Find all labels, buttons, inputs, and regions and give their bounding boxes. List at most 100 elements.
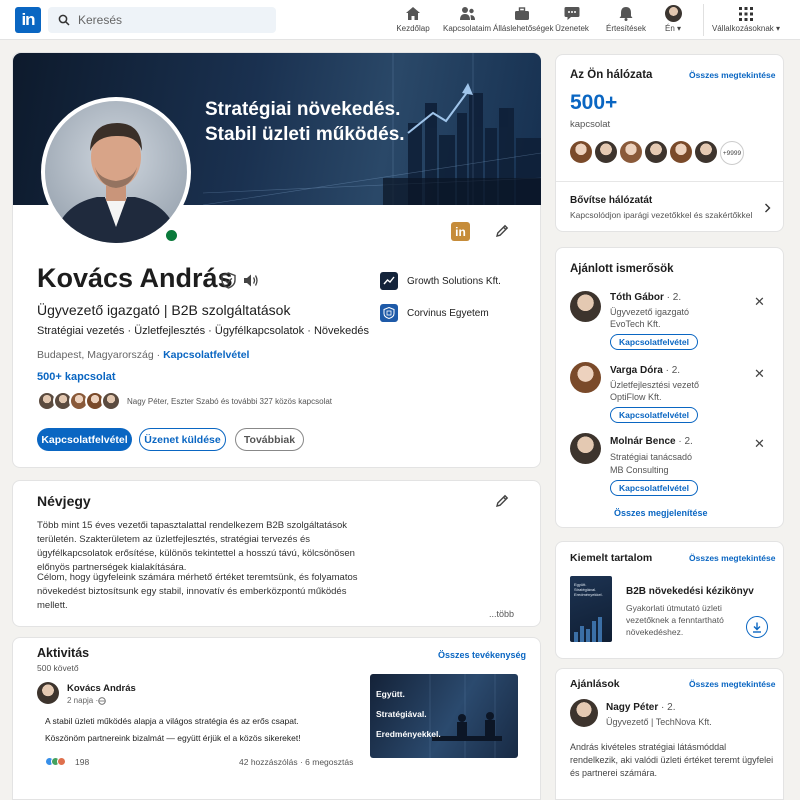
suggestion-name-text: Varga Dóra (610, 365, 663, 376)
mutual-connections[interactable]: Nagy Péter, Eszter Szabó és további 327 … (37, 391, 332, 411)
book-cover[interactable]: Együtt. Stratégiával. Eredményekkel. (570, 576, 612, 642)
suggestion-name[interactable]: Tóth Gábor · 2. (610, 292, 681, 303)
suggestion-name-text: Tóth Gábor (610, 292, 664, 303)
suggestion-avatar[interactable] (570, 291, 601, 322)
post-image-line: Együtt. (376, 689, 405, 699)
suggestion-role: Üzletfejlesztési vezető (610, 380, 700, 390)
edit-about-icon[interactable] (495, 494, 509, 508)
connections-link[interactable]: 500+ kapcsolat (37, 371, 116, 383)
search-input[interactable]: Keresés (48, 7, 276, 33)
nav-business[interactable]: Vállalkozásoknak ▾ (710, 5, 782, 33)
suggestion-avatar[interactable] (570, 433, 601, 464)
post-text-2: Köszönöm partnereink bizalmát — együtt é… (45, 733, 301, 743)
nav-network[interactable]: Kapcsolataim (438, 5, 496, 33)
all-activity-link[interactable]: Összes tevékenység (438, 650, 526, 660)
expand-network-link[interactable]: Bővítse hálózatát Kapcsolódjon iparági v… (556, 182, 784, 232)
book-title[interactable]: B2B növekedési kézikönyv (626, 586, 754, 597)
nav-divider (703, 4, 704, 36)
verified-shield-icon[interactable] (221, 272, 236, 289)
post-image-line: Eredményekkel. (376, 729, 441, 739)
network-title: Az Ön hálózata (570, 69, 653, 81)
recommender-avatar[interactable] (570, 699, 598, 727)
dismiss-close-icon[interactable]: ✕ (754, 294, 765, 310)
about-card: Névjegy Több mint 15 éves vezetői tapasz… (12, 480, 541, 627)
recommender-role: Ügyvezető | TechNova Kft. (606, 717, 712, 727)
post-author-name[interactable]: Kovács András (67, 683, 136, 694)
edit-profile-icon[interactable] (495, 224, 509, 238)
featured-view-all-link[interactable]: Összes megtekintése (689, 553, 775, 563)
banner-line-1: Stratégiai növekedés. (205, 99, 401, 120)
profile-skills: Stratégiai vezetés · Üzletfejlesztés · Ü… (37, 325, 369, 337)
suggestion-connect-button[interactable]: Kapcsolatfelvétel (610, 480, 698, 496)
suggestion-degree: · 2. (662, 365, 681, 376)
chevron-right-icon (765, 203, 771, 213)
recommender-degree: · 2. (658, 702, 676, 713)
education[interactable]: Corvinus Egyetem (380, 304, 489, 322)
network-avatars[interactable]: +9999 (570, 141, 744, 165)
banner-line-2: Stabil üzleti működés. (205, 124, 405, 145)
linkedin-logo[interactable]: in (15, 7, 41, 33)
suggestions-title: Ajánlott ismerősök (570, 263, 674, 275)
current-company[interactable]: Growth Solutions Kft. (380, 272, 501, 290)
recommendation-quote: András kivételes stratégiai látásmóddal … (570, 742, 774, 778)
company-logo-icon (380, 272, 398, 290)
dismiss-close-icon[interactable]: ✕ (754, 366, 765, 382)
network-avatar (620, 141, 642, 163)
network-avatar (695, 141, 717, 163)
suggestion-connect-button[interactable]: Kapcsolatfelvétel (610, 407, 698, 423)
about-see-more[interactable]: ...több (489, 609, 514, 619)
search-icon (58, 14, 70, 26)
mutual-connections-text: Nagy Péter, Eszter Szabó és további 327 … (127, 396, 333, 406)
download-button[interactable] (746, 616, 768, 638)
suggestion-avatar[interactable] (570, 362, 601, 393)
recommender-name[interactable]: Nagy Péter · 2. (606, 702, 675, 713)
post-text-1: A stabil üzleti működés alapja a világos… (45, 716, 299, 726)
network-icon (459, 7, 475, 20)
recommendations-view-all-link[interactable]: Összes megtekintése (689, 679, 775, 689)
nav-me[interactable]: Én ▾ (644, 5, 702, 33)
profile-photo[interactable] (41, 97, 191, 247)
profile-photo-image (53, 123, 179, 243)
suggestion-name[interactable]: Molnár Bence · 2. (610, 436, 693, 447)
expand-network-subtitle: Kapcsolódjon iparági vezetőkkel és szaké… (570, 210, 753, 220)
recommendations-title: Ajánlások (570, 678, 620, 690)
nav-home[interactable]: Kezdőlap (384, 5, 442, 33)
activity-followers: 500 követő (37, 663, 79, 673)
dismiss-close-icon[interactable]: ✕ (754, 436, 765, 452)
suggestion-name[interactable]: Varga Dóra · 2. (610, 365, 680, 376)
message-icon (564, 7, 580, 20)
online-status-dot (163, 227, 180, 244)
post-image[interactable]: Együtt. Stratégiával. Eredményekkel. (370, 674, 518, 758)
globe-icon (98, 696, 106, 705)
send-message-button[interactable]: Üzenet küldése (139, 428, 226, 451)
network-view-all-link[interactable]: Összes megtekintése (689, 70, 775, 80)
nav-messages[interactable]: Üzenetek (543, 5, 601, 33)
suggestion-connect-button[interactable]: Kapcsolatfelvétel (610, 334, 698, 350)
more-button[interactable]: Továbbiak (235, 428, 304, 451)
post-image-caption: Együtt. Stratégiával. Eredményekkel. (376, 684, 441, 744)
suggestion-company: MB Consulting (610, 465, 669, 475)
contact-info-link[interactable]: Kapcsolatfelvétel (163, 349, 249, 361)
reaction-count[interactable]: 198 (75, 757, 89, 767)
comment-count: 42 hozzászólás (239, 757, 298, 767)
suggestion-degree: · 2. (663, 292, 682, 303)
post-author-avatar[interactable] (37, 682, 59, 704)
book-description: Gyakorlati útmutató üzleti vezetőknek a … (626, 603, 724, 637)
avatar (664, 5, 682, 22)
profile-name: Kovács András (37, 263, 233, 293)
about-paragraph-2: Célom, hogy ügyfeleink számára mérhető é… (37, 572, 358, 611)
network-avatar (595, 141, 617, 163)
company-name: Growth Solutions Kft. (407, 275, 501, 287)
suggestions-view-all-link[interactable]: Összes megjelenítése (614, 508, 708, 518)
bell-icon (619, 7, 633, 21)
home-icon (406, 7, 420, 20)
post-engagement[interactable]: 42 hozzászólás · 6 megosztás (239, 757, 353, 767)
profile-headline: Ügyvezető igazgató | B2B szolgáltatások (37, 302, 291, 318)
post-meta: 2 napja · (67, 696, 106, 705)
suggestion-role: Ügyvezető igazgató (610, 307, 690, 317)
connect-button[interactable]: Kapcsolatfelvétel (37, 428, 132, 451)
name-pronunciation-icon[interactable] (243, 273, 259, 288)
reaction-icons[interactable] (45, 757, 66, 766)
company-badge[interactable]: in (451, 222, 470, 241)
nav-home-label: Kezdőlap (396, 24, 430, 33)
